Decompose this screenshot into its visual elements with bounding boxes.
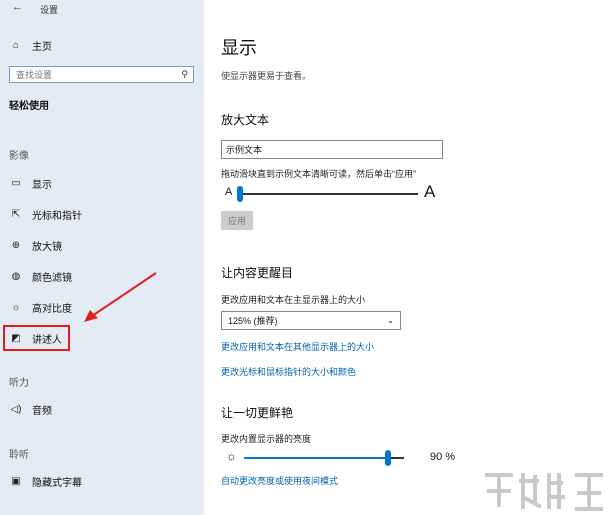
contrast-icon: ☼ [11, 301, 21, 313]
chevron-down-icon: ⌄ [387, 316, 394, 325]
section-title-make-bigger: 让内容更醒目 [221, 266, 294, 280]
caption-icon: ▣ [11, 475, 21, 487]
brightness-slider-thumb[interactable] [385, 450, 391, 466]
search-field[interactable]: ⚲ [9, 66, 194, 83]
sample-text-field[interactable]: 示例文本 [221, 140, 443, 159]
search-input[interactable] [10, 69, 166, 80]
text-size-slider-track[interactable] [240, 193, 418, 195]
red-arrow-annotation [84, 272, 157, 322]
scale-dropdown[interactable]: 125% (推荐) ⌄ [221, 311, 401, 330]
sun-icon: ☼ [226, 449, 237, 463]
apply-button[interactable]: 应用 [221, 211, 253, 230]
app-title: 设置 [40, 5, 59, 15]
cursor-size-link[interactable]: 更改光标和鼠标指针的大小和颜色 [221, 365, 356, 378]
page-subtitle: 使显示器更易于查看。 [221, 71, 312, 81]
group-label-hearing: 听力 [9, 378, 29, 389]
sidebar: ← 设置 ⌂ 主页 ⚲ 轻松使用 影像 ▭ 显示 ⇱ 光标和指针 ⊕ 放大镜 ◍… [0, 0, 204, 515]
sidebar-item-label: 高对比度 [32, 303, 72, 315]
night-light-link[interactable]: 自动更改亮度或使用夜间模式 [221, 474, 338, 487]
palette-icon: ◍ [11, 270, 21, 282]
search-icon[interactable]: ⚲ [181, 69, 188, 80]
sidebar-item-display[interactable]: ▭ 显示 [0, 172, 204, 194]
section-title-enlarge-text: 放大文本 [221, 113, 270, 127]
sidebar-item-label: 显示 [32, 179, 52, 191]
cursor-icon: ⇱ [11, 208, 21, 220]
sidebar-item-cursor[interactable]: ⇱ 光标和指针 [0, 203, 204, 225]
monitor-icon: ▭ [11, 177, 21, 189]
home-icon: ⌂ [12, 39, 20, 51]
page-title: 显示 [221, 38, 257, 58]
back-arrow-icon[interactable]: ← [12, 1, 23, 13]
sidebar-item-label: 音频 [32, 405, 52, 417]
brightness-value: 90 % [430, 451, 456, 463]
sidebar-item-home[interactable]: ⌂ 主页 [0, 34, 204, 56]
group-label-vision: 影像 [9, 151, 29, 162]
sidebar-item-magnifier[interactable]: ⊕ 放大镜 [0, 234, 204, 256]
group-label-listening: 聆听 [9, 450, 29, 461]
text-size-slider-thumb[interactable] [237, 186, 243, 202]
scale-label: 更改应用和文本在主显示器上的大小 [221, 295, 366, 305]
sidebar-item-label: 放大镜 [32, 241, 62, 253]
magnifier-icon: ⊕ [11, 239, 21, 251]
small-a-label: A [225, 186, 233, 198]
sidebar-item-captions[interactable]: ▣ 隐藏式字幕 [0, 470, 204, 492]
brightness-slider-fill [244, 457, 388, 459]
other-displays-link[interactable]: 更改应用和文本在其他显示器上的大小 [221, 340, 374, 353]
sidebar-item-label: 颜色滤镜 [32, 272, 72, 284]
scale-dropdown-value: 125% (推荐) [228, 316, 278, 326]
sidebar-item-label: 隐藏式字幕 [32, 477, 82, 489]
brightness-label: 更改内置显示器的亮度 [221, 434, 312, 444]
main-content: 显示 使显示器更易于查看。 放大文本 示例文本 拖动滑块直到示例文本清晰可读，然… [204, 0, 613, 515]
speaker-icon: ◁) [10, 403, 22, 415]
large-a-label: A [424, 182, 436, 201]
slider-hint: 拖动滑块直到示例文本清晰可读，然后单击“应用” [221, 169, 416, 179]
highlight-box [3, 325, 70, 351]
section-title-brighter: 让一切更鲜艳 [221, 406, 294, 420]
sidebar-item-label: 主页 [32, 41, 52, 53]
sidebar-item-audio[interactable]: ◁) 音频 [0, 398, 204, 420]
sidebar-item-label: 光标和指针 [32, 210, 82, 222]
section-heading: 轻松使用 [9, 101, 49, 112]
watermark-logo [485, 473, 603, 511]
